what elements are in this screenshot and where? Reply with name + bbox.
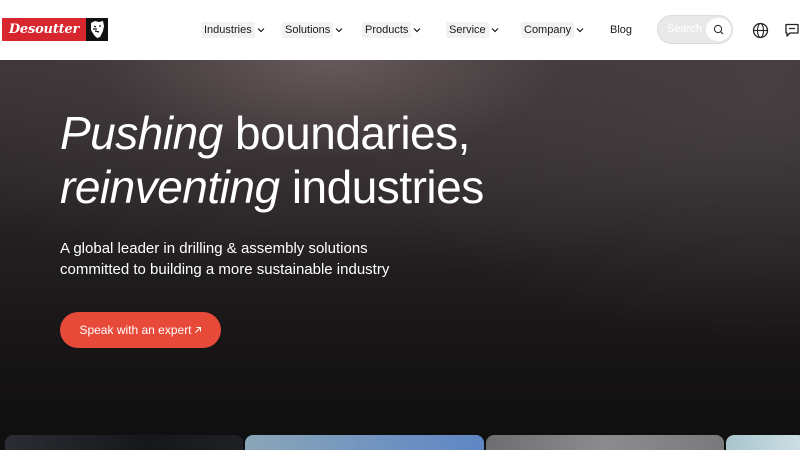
nav-solutions-label: Solutions <box>282 22 334 38</box>
chat-icon[interactable] <box>784 22 800 38</box>
headline-line-1: Pushing boundaries, <box>60 106 484 160</box>
search-input[interactable]: Search <box>657 15 733 44</box>
subheading-line-1: A global leader in drilling & assembly s… <box>60 240 368 257</box>
headline-text: boundaries, <box>222 107 470 159</box>
feature-card[interactable] <box>726 435 800 450</box>
nav-service[interactable]: Service <box>446 21 499 39</box>
nav-blog[interactable]: Blog <box>607 21 635 39</box>
subheading-line-2: committed to building a more sustainable… <box>60 261 390 278</box>
headline-emphasis: reinventing <box>60 161 280 213</box>
nav-company-label: Company <box>521 22 575 38</box>
hero-headline: Pushing boundaries, reinventing industri… <box>60 106 484 214</box>
logo-wordmark: Desoutter <box>2 18 86 41</box>
feature-card[interactable] <box>245 435 484 450</box>
nav-products-label: Products <box>362 22 412 38</box>
chevron-down-icon <box>257 28 265 33</box>
nav-service-label: Service <box>446 22 489 38</box>
search-button[interactable] <box>706 18 731 41</box>
nav-blog-label: Blog <box>610 24 633 36</box>
headline-line-2: reinventing industries <box>60 160 484 214</box>
speak-with-expert-button[interactable]: Speak with an expert <box>60 312 221 348</box>
tiger-head-logo-icon <box>86 18 108 41</box>
nav-industries[interactable]: Industries <box>201 21 265 39</box>
site-header: Desoutter Industries Solutions Products … <box>0 0 800 60</box>
feature-card[interactable] <box>486 435 724 450</box>
nav-industries-label: Industries <box>201 22 255 38</box>
chevron-down-icon <box>335 28 343 33</box>
nav-company[interactable]: Company <box>521 21 584 39</box>
cta-label: Speak with an expert <box>79 323 192 337</box>
desoutter-logo[interactable]: Desoutter <box>2 18 108 41</box>
arrow-up-right-icon <box>194 327 201 333</box>
nav-solutions[interactable]: Solutions <box>282 21 343 39</box>
hero-subheading: A global leader in drilling & assembly s… <box>60 238 389 280</box>
feature-card[interactable] <box>5 435 243 450</box>
chevron-down-icon <box>413 28 421 33</box>
chevron-down-icon <box>576 28 584 33</box>
globe-icon[interactable] <box>752 22 769 39</box>
search-icon <box>713 24 724 35</box>
headline-emphasis: Pushing <box>60 107 223 159</box>
nav-products[interactable]: Products <box>362 21 421 39</box>
search-placeholder: Search <box>667 23 702 35</box>
chevron-down-icon <box>491 28 499 33</box>
headline-text: industries <box>279 161 484 213</box>
